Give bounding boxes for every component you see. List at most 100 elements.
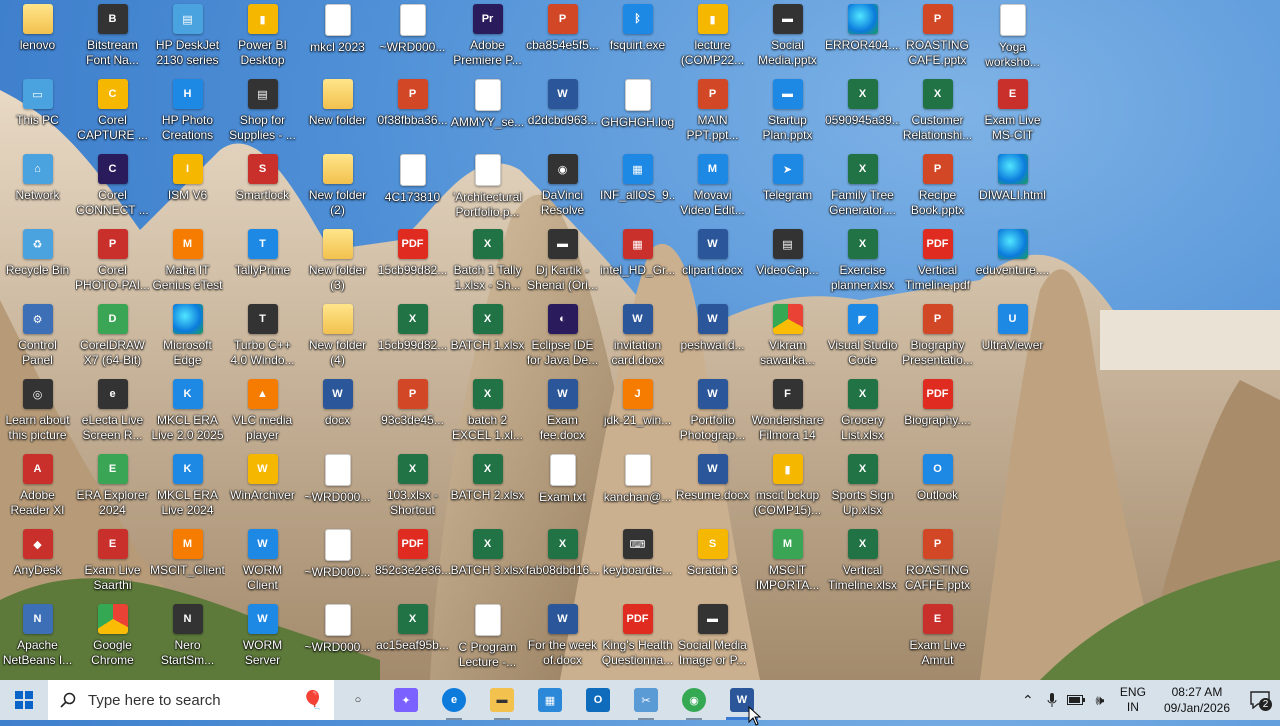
desktop-icon[interactable]: PDF Biography.... — [900, 375, 975, 450]
desktop-icon[interactable]: ▮ Power BI Desktop — [225, 0, 300, 75]
desktop-icon[interactable]: ▤ HP DeskJet 2130 series — [150, 0, 225, 75]
desktop[interactable]: lenovo ▭ This PC ⌂ Network ♻ Recycle Bin ⚙ Contr… — [0, 0, 1280, 680]
desktop-icon[interactable]: ~WRD000... — [375, 0, 450, 75]
desktop-icon[interactable]: X Family Tree Generator.... — [825, 150, 900, 225]
desktop-icon[interactable]: ▦ INF_allOS_9... — [600, 150, 675, 225]
taskbar-microsoft-store-button[interactable]: ▦ — [526, 680, 574, 720]
desktop-icon[interactable]: E ERA Explorer 2024 — [75, 450, 150, 525]
desktop-icon[interactable]: ▬ Startup Plan.pptx — [750, 75, 825, 150]
desktop-icon[interactable]: New folder — [300, 75, 375, 150]
desktop-icon[interactable]: X Vertical Timeline.xlsx — [825, 525, 900, 600]
desktop-icon[interactable]: ◆ AnyDesk — [0, 525, 75, 600]
desktop-icon[interactable]: E Exam Live MS-CIT — [975, 75, 1050, 150]
desktop-icon[interactable]: Wpeshwai.d... — [675, 300, 750, 375]
desktop-icon[interactable]: P Recipe Book.pptx — [900, 150, 975, 225]
search-placeholder[interactable]: Type here to search — [88, 692, 302, 709]
desktop-icon[interactable]: ▮ lecture (COMP22... — [675, 0, 750, 75]
desktop-icon[interactable]: M Maha IT Genius eTest — [150, 225, 225, 300]
microphone-icon[interactable] — [1040, 680, 1064, 720]
desktop-icon[interactable]: ▮ mscit bckup (COMP15)... — [750, 450, 825, 525]
start-button[interactable] — [0, 680, 48, 720]
desktop-icon[interactable]: X BATCH 1.xlsx — [450, 300, 525, 375]
desktop-icon[interactable]: Exam.txt — [525, 450, 600, 525]
desktop-icon[interactable]: Xfab08dbd16... — [525, 525, 600, 600]
desktop-icon[interactable]: X Customer Relationshi... — [900, 75, 975, 150]
desktop-icon[interactable]: W WORM Client — [225, 525, 300, 600]
desktop-icon[interactable]: PDF King's Health Questionna... — [600, 600, 675, 675]
desktop-icon[interactable]: Winvitation card.docx — [600, 300, 675, 375]
desktop-icon[interactable]: W Exam fee.docx — [525, 375, 600, 450]
desktop-icon[interactable]: GHGHGH.log — [600, 75, 675, 150]
desktop-icon[interactable]: 'Architectural Portfolio.p... — [450, 150, 525, 225]
desktop-icon[interactable]: ▤ VideoCap... — [750, 225, 825, 300]
desktop-icon[interactable]: X BATCH 2.xlsx — [450, 450, 525, 525]
desktop-icon[interactable]: ◐ Eclipse IDE for Java De... — [525, 300, 600, 375]
desktop-icon[interactable]: P Biography Presentatio... — [900, 300, 975, 375]
taskbar-file-explorer-button[interactable]: ▬ — [478, 680, 526, 720]
desktop-icon[interactable]: ~WRD000... — [300, 525, 375, 600]
desktop-icon[interactable]: U UltraViewer — [975, 300, 1050, 375]
desktop-icon[interactable]: ◤ Visual Studio Code — [825, 300, 900, 375]
clock[interactable]: 08:27 AM 09/Jan/2026 — [1154, 684, 1240, 716]
desktop-icon[interactable]: PDF 852c3e2e36... — [375, 525, 450, 600]
desktop-icon[interactable]: PDF 15cb99d82... — [375, 225, 450, 300]
desktop-icon[interactable]: Microsoft Edge — [150, 300, 225, 375]
search-highlight-icon[interactable]: 🎈 — [302, 690, 324, 711]
desktop-icon[interactable]: Yoga worksho... — [975, 0, 1050, 75]
desktop-icon[interactable]: K MKCL ERA Live 2.0 2025 — [150, 375, 225, 450]
desktop-icon[interactable]: ▬ Social Media.pptx — [750, 0, 825, 75]
desktop-icon[interactable]: F Wondershare Filmora 14 — [750, 375, 825, 450]
desktop-icon[interactable]: P MAIN PPT.ppt... — [675, 75, 750, 150]
desktop-icon[interactable]: Pcba854e5f5... — [525, 0, 600, 75]
desktop-icon[interactable]: S Smartlock — [225, 150, 300, 225]
taskbar-search-box[interactable]: Type here to search 🎈 — [48, 680, 334, 720]
desktop-icon[interactable]: Xac15eaf95b... — [375, 600, 450, 675]
desktop-icon[interactable]: C Corel CAPTURE ... — [75, 75, 150, 150]
desktop-icon[interactable]: P 93c3de45... — [375, 375, 450, 450]
desktop-icon[interactable]: C Corel CONNECT ... — [75, 150, 150, 225]
desktop-icon[interactable]: B Bitstream Font Na... — [75, 0, 150, 75]
desktop-icon[interactable]: P Corel PHOTO-PAI... — [75, 225, 150, 300]
volume-icon[interactable]: 🕪 — [1088, 680, 1112, 720]
language-indicator[interactable]: ENG IN — [1112, 685, 1154, 715]
desktop-icon[interactable]: O Outlook — [900, 450, 975, 525]
desktop-icon[interactable]: Wd2dcbd963... — [525, 75, 600, 150]
desktop-icon[interactable]: ⌨ keyboardte... — [600, 525, 675, 600]
desktop-icon[interactable]: W WinArchiver — [225, 450, 300, 525]
desktop-icon[interactable]: Wdocx — [300, 375, 375, 450]
desktop-icon[interactable]: New folder (2) — [300, 150, 375, 225]
desktop-icon[interactable]: X 15cb99d82... — [375, 300, 450, 375]
taskbar-outlook-button[interactable]: O — [574, 680, 622, 720]
taskbar-snipping-tool-button[interactable]: ✂ — [622, 680, 670, 720]
desktop-icon[interactable]: lenovo — [0, 0, 75, 75]
desktop-icon[interactable]: ~WRD000... — [300, 600, 375, 675]
desktop-icon[interactable]: ◎ Learn about this picture — [0, 375, 75, 450]
desktop-icon[interactable]: X Batch 1 Tally 1.xlsx - Sh... — [450, 225, 525, 300]
desktop-icon[interactable]: Xbatch 2 EXCEL 1.xl... — [450, 375, 525, 450]
desktop-icon[interactable]: I ISM V6 — [150, 150, 225, 225]
desktop-icon[interactable]: eduventure.... — [975, 225, 1050, 300]
taskbar-copilot-button[interactable]: ✦ — [382, 680, 430, 720]
desktop-icon[interactable]: X Sports Sign Up.xlsx — [825, 450, 900, 525]
desktop-icon[interactable]: W WORM Server — [225, 600, 300, 675]
desktop-icon[interactable]: ▬ Dj Kartik - Shenai (Ori... — [525, 225, 600, 300]
desktop-icon[interactable]: W Portfolio Photograp... — [675, 375, 750, 450]
desktop-icon[interactable]: M MSCIT_Client — [150, 525, 225, 600]
desktop-icon[interactable]: W Resume.docx — [675, 450, 750, 525]
desktop-icon[interactable]: ▬ Social Media Image or P... — [675, 600, 750, 675]
desktop-icon[interactable]: W For the week of.docx — [525, 600, 600, 675]
desktop-icon[interactable]: X Grocery List.xlsx — [825, 375, 900, 450]
desktop-icon[interactable]: X 0590945a39... — [825, 75, 900, 150]
desktop-icon[interactable]: e eLecta Live Screen R... — [75, 375, 150, 450]
desktop-icon[interactable]: X Exercise planner.xlsx — [825, 225, 900, 300]
taskbar-task-view-button[interactable]: ○ — [334, 680, 382, 720]
desktop-icon[interactable]: Vikram sawarka... — [750, 300, 825, 375]
desktop-icon[interactable]: ◉ DaVinci Resolve — [525, 150, 600, 225]
desktop-icon[interactable]: ➤ Telegram — [750, 150, 825, 225]
desktop-icon[interactable]: Google Chrome — [75, 600, 150, 675]
desktop-icon[interactable]: kanchan@... — [600, 450, 675, 525]
desktop-icon[interactable]: Jjdk-21_win... — [600, 375, 675, 450]
desktop-icon[interactable]: AMMYY_se... — [450, 75, 525, 150]
taskbar-chrome-button[interactable]: ◉ — [670, 680, 718, 720]
desktop-icon[interactable]: Pr Adobe Premiere P... — [450, 0, 525, 75]
